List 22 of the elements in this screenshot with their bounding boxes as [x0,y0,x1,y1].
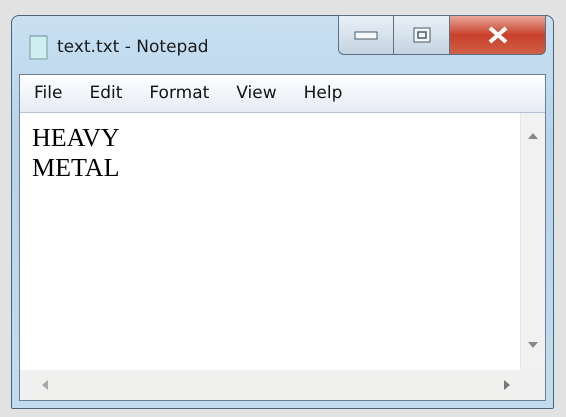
minimize-button[interactable] [338,15,394,55]
text-line: METAL [32,153,120,183]
minimize-icon [354,29,378,41]
window-title: text.txt - Notepad [57,37,209,57]
close-icon [486,26,508,44]
maximize-button[interactable] [394,15,450,55]
text-area[interactable]: HEAVY METAL [20,113,520,370]
text-line: HEAVY [32,123,121,153]
menu-item[interactable]: Edit [89,83,122,103]
menu-item[interactable]: Help [304,83,342,103]
notepad-icon [29,34,49,60]
scroll-left-icon[interactable] [42,380,48,390]
menu-item[interactable]: File [34,83,62,103]
scroll-up-icon[interactable] [528,133,538,139]
maximize-icon [412,27,430,43]
menu-item[interactable]: Format [149,83,210,103]
scroll-right-icon[interactable] [504,380,510,390]
horizontal-scrollbar[interactable] [20,370,520,400]
close-button[interactable] [450,15,546,55]
menu-item[interactable]: View [236,83,277,103]
scroll-down-icon[interactable] [528,342,538,348]
vertical-scrollbar[interactable] [520,113,545,370]
